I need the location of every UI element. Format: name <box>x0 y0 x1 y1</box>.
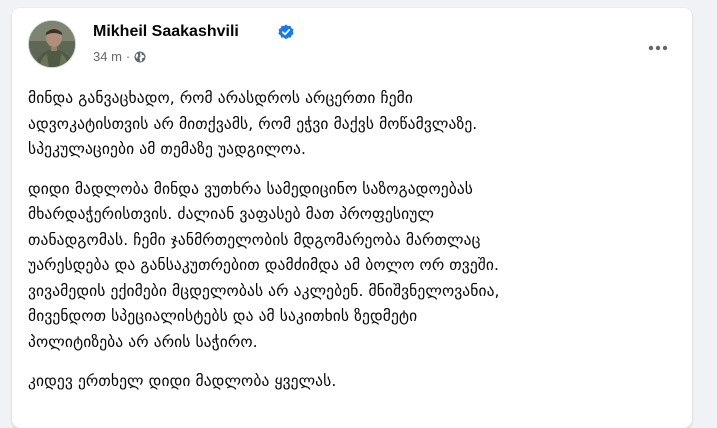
text-line: მინდა განვაცხადო, რომ არასდროს არცერთი ჩ… <box>28 89 413 107</box>
text-line: მივენდოთ სპეციალისტებს და ამ საკითხის ზე… <box>28 307 418 325</box>
author-name[interactable]: Mikheil Saakashvili <box>93 23 239 41</box>
more-options-button[interactable] <box>640 30 676 66</box>
text-line: ადვოკატისთვის არ მითქვამს, რომ ეჭვი მაქვ… <box>28 114 478 133</box>
post-header: Mikheil Saakashvili 34 m · <box>28 20 676 70</box>
text-line: სპეკულაციები ამ თემაზე უადგილოა. <box>28 140 306 158</box>
text-line: ვივამედის ექიმები მცდელობას არ აკლებენ. … <box>28 281 500 300</box>
post-paragraph-1: მინდა განვაცხადო, რომ არასდროს არცერთი ჩ… <box>28 86 668 163</box>
text-line: მხარდაჭერისთვის. ძალიან ვაფასებ მათ პროფ… <box>28 205 435 223</box>
text-line: პოლიტიზება არ არის საჭირო. <box>28 332 258 351</box>
post-body: მინდა განვაცხადო, რომ არასდროს არცერთი ჩ… <box>28 86 668 409</box>
post-paragraph-3: კიდევ ერთხელ დიდი მადლობა ყველას. <box>28 369 668 395</box>
text-line: უარესდება და განსაკუთრებით დამძიმდა ამ ბ… <box>28 256 500 274</box>
meta-separator: · <box>125 49 131 64</box>
text-line: თანადგომას. ჩემი ჯანმრთელობის მდგომარეობ… <box>28 230 481 249</box>
text-line: კიდევ ერთხელ დიდი მადლობა ყველას. <box>28 372 337 390</box>
text-line: დიდი მადლობა მინდა ვუთხრა სამედიცინო საზ… <box>28 179 473 198</box>
globe-icon[interactable] <box>134 51 146 63</box>
post-meta: 34 m · <box>93 49 146 64</box>
post-timestamp[interactable]: 34 m <box>93 49 122 64</box>
post-card: Mikheil Saakashvili 34 m · მინდა განვაცხ… <box>12 8 692 428</box>
post-paragraph-2: დიდი მადლობა მინდა ვუთხრა სამედიცინო საზ… <box>28 177 668 356</box>
author-avatar[interactable] <box>28 20 76 68</box>
avatar-photo <box>29 21 75 67</box>
verified-badge-icon <box>278 24 294 40</box>
more-options-icon <box>648 45 668 51</box>
